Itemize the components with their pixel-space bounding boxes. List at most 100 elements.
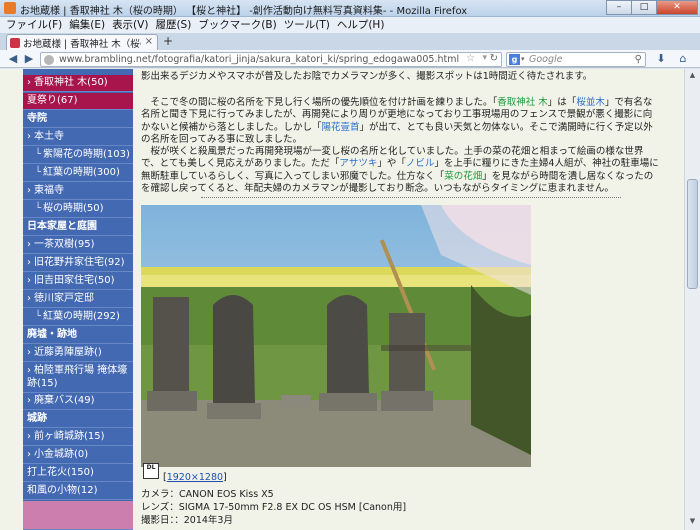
- search-icon[interactable]: ⚲: [635, 53, 642, 66]
- sidebar-item-label: 紅葉の時期(292): [43, 311, 120, 322]
- sidebar-item-label: 桜の時期(50): [43, 203, 104, 214]
- sidebar-item[interactable]: └ 紫陽花の時期(103): [23, 147, 133, 164]
- sidebar-category-label: 城跡: [27, 413, 47, 424]
- back-button[interactable]: ◀: [6, 52, 20, 66]
- chevron-right-icon: ›: [27, 77, 31, 88]
- lens-info: レンズ：SIGMA 17-50mm F2.8 EX DC OS HSM [Can…: [141, 502, 407, 513]
- tab-close-icon[interactable]: ×: [145, 36, 153, 47]
- window-title: お地蔵様 | 香取神社 木（桜の時期） 【桜と神社】 -創作活動向け無料写真資料…: [20, 6, 468, 17]
- sidebar-item[interactable]: › 旧吉田家住宅(50): [23, 273, 133, 290]
- photo-jizo-statues[interactable]: [141, 205, 531, 467]
- maximize-button[interactable]: □: [631, 0, 657, 15]
- camera-info: カメラ：CANON EOS Kiss X5: [141, 489, 274, 500]
- sidebar-item[interactable]: › 香取神社 木(50): [23, 75, 133, 92]
- sidebar-item[interactable]: › 小金城跡(0): [23, 447, 133, 464]
- sidebar-item[interactable]: › 柏陸軍飛行場 掩体壕跡(15): [23, 363, 133, 393]
- sidebar-item[interactable]: › 東福寺: [23, 183, 133, 200]
- tree-line-icon: └: [35, 203, 42, 214]
- sidebar-item-label: 打上花火(150): [27, 467, 94, 478]
- article-paragraph: そこで冬の間に桜の名所を下見し行く場所の優先順位を付け計画を練りました。「香取神…: [141, 97, 653, 146]
- sidebar: › 香取神社 木(50) 夏祭り(67) 寺院 › 本土寺 └ 紫陽花の時期(103)…: [23, 69, 133, 530]
- sidebar-item-label: 前ヶ崎城跡(15): [34, 431, 105, 442]
- chevron-right-icon: ›: [27, 347, 31, 358]
- close-button[interactable]: ✕: [656, 0, 698, 15]
- sidebar-item[interactable]: 打上花火(150): [23, 465, 133, 482]
- sidebar-item-label: 徳川家戸定邸: [34, 293, 94, 304]
- sidebar-item[interactable]: [23, 501, 133, 530]
- menu-file[interactable]: ファイル(F): [6, 17, 62, 33]
- menu-view[interactable]: 表示(V): [112, 17, 148, 33]
- sidebar-category: 城跡: [23, 411, 133, 428]
- scroll-down-icon[interactable]: ▼: [687, 517, 698, 528]
- sidebar-category-label: 廃墟・跡地: [27, 329, 77, 340]
- new-tab-button[interactable]: +: [161, 35, 175, 49]
- url-dropdown-icon[interactable]: ▾: [482, 53, 487, 63]
- dl-label: DL: [146, 464, 156, 471]
- article-main: 影出来るデジカメやスマホが普及したお陰でカメラマンが多く、撮影スポットは1時間近…: [141, 69, 679, 530]
- inline-link[interactable]: 桜並木: [576, 97, 605, 108]
- menu-help[interactable]: ヘルプ(H): [337, 17, 385, 33]
- inline-link[interactable]: 陽花壹首: [322, 122, 360, 133]
- vertical-scrollbar[interactable]: ▲ ▼: [684, 69, 700, 530]
- forward-button[interactable]: ▶: [22, 52, 36, 66]
- inline-link[interactable]: ノビル: [406, 158, 435, 169]
- sidebar-item[interactable]: › 近藤勇陣屋跡(): [23, 345, 133, 362]
- menu-history[interactable]: 履歴(S): [155, 17, 191, 33]
- sidebar-item-label: 旧花野井家住宅(92): [34, 257, 125, 268]
- menu-bookmarks[interactable]: ブックマーク(B): [198, 17, 276, 33]
- home-icon[interactable]: ⌂: [676, 52, 690, 66]
- menu-bar: ファイル(F) 編集(E) 表示(V) 履歴(S) ブックマーク(B) ツール(…: [0, 17, 700, 33]
- tree-line-icon: └: [35, 149, 42, 160]
- inline-link[interactable]: 香取神社 木: [497, 97, 548, 108]
- sidebar-category: 廃墟・跡地: [23, 327, 133, 344]
- chevron-right-icon: ›: [27, 449, 31, 460]
- bookmark-star-icon[interactable]: ☆: [466, 53, 475, 64]
- sidebar-category: 寺院: [23, 111, 133, 128]
- minimize-button[interactable]: –: [606, 0, 632, 15]
- sidebar-item[interactable]: › 前ヶ崎城跡(15): [23, 429, 133, 446]
- inline-link[interactable]: 菜の花畑: [444, 171, 482, 182]
- search-placeholder[interactable]: Google: [529, 53, 563, 66]
- sidebar-item-label: 和風の小物(12): [27, 485, 98, 496]
- chevron-right-icon: ›: [27, 257, 31, 268]
- sidebar-item[interactable]: └ 紅葉の時期(300): [23, 165, 133, 182]
- chevron-right-icon: ›: [27, 395, 31, 406]
- sidebar-item-label: 廃棄バス(49): [34, 395, 95, 406]
- sidebar-item[interactable]: › 徳川家戸定邸: [23, 291, 133, 308]
- sidebar-item[interactable]: › 旧花野井家住宅(92): [23, 255, 133, 272]
- site-identity-icon[interactable]: [44, 55, 54, 65]
- navigation-bar: ◀ ▶ www.brambling.net/fotografia/katori_…: [0, 50, 700, 68]
- resolution-link[interactable]: 1920×1280: [167, 472, 223, 483]
- search-box[interactable]: g ▾ Google ⚲: [506, 52, 646, 67]
- page-content: › 香取神社 木(50) 夏祭り(67) 寺院 › 本土寺 └ 紫陽花の時期(103)…: [0, 69, 684, 530]
- sidebar-item[interactable]: 夏祭り(67): [23, 93, 133, 110]
- google-engine-icon[interactable]: g: [509, 54, 520, 65]
- url-text[interactable]: www.brambling.net/fotografia/katori_jinj…: [59, 53, 459, 66]
- article-paragraph: 桜が咲くと殺風景だった再開発現場が一変し桜の名所と化していました。土手の菜の花畑…: [141, 146, 659, 195]
- sidebar-item-label: 東福寺: [34, 185, 64, 196]
- sidebar-item[interactable]: └ 桜の時期(50): [23, 201, 133, 218]
- engine-dropdown-icon[interactable]: ▾: [521, 53, 525, 66]
- site-favicon-icon: [10, 38, 20, 48]
- resolution-link-wrap: [1920×1280]: [163, 472, 227, 483]
- sidebar-item[interactable]: › 一茶双樹(95): [23, 237, 133, 254]
- download-dl-icon[interactable]: DL: [143, 463, 159, 479]
- inline-link[interactable]: アサツキ: [339, 158, 377, 169]
- sidebar-item[interactable]: 和風の小物(12): [23, 483, 133, 500]
- menu-edit[interactable]: 編集(E): [69, 17, 105, 33]
- tab-title: お地蔵様 | 香取神社 木（桜の時期）...: [23, 39, 141, 50]
- scroll-up-icon[interactable]: ▲: [687, 71, 698, 82]
- tab-active[interactable]: お地蔵様 | 香取神社 木（桜の時期）... ×: [6, 34, 158, 50]
- reload-icon[interactable]: ↻: [490, 53, 498, 64]
- download-icon[interactable]: ⬇: [654, 52, 668, 66]
- sidebar-item[interactable]: └ 紅葉の時期(292): [23, 309, 133, 326]
- sidebar-item[interactable]: › 本土寺: [23, 129, 133, 146]
- sidebar-item-label: 紫陽花の時期(103): [43, 149, 130, 160]
- chevron-right-icon: ›: [27, 131, 31, 142]
- scroll-thumb[interactable]: [687, 179, 698, 289]
- window-title-bar: お地蔵様 | 香取神社 木（桜の時期） 【桜と神社】 -創作活動向け無料写真資料…: [0, 0, 700, 17]
- sidebar-item-label: 小金城跡(0): [34, 449, 89, 460]
- sidebar-item[interactable]: › 廃棄バス(49): [23, 393, 133, 410]
- url-bar[interactable]: www.brambling.net/fotografia/katori_jinj…: [40, 52, 502, 67]
- menu-tools[interactable]: ツール(T): [284, 17, 330, 33]
